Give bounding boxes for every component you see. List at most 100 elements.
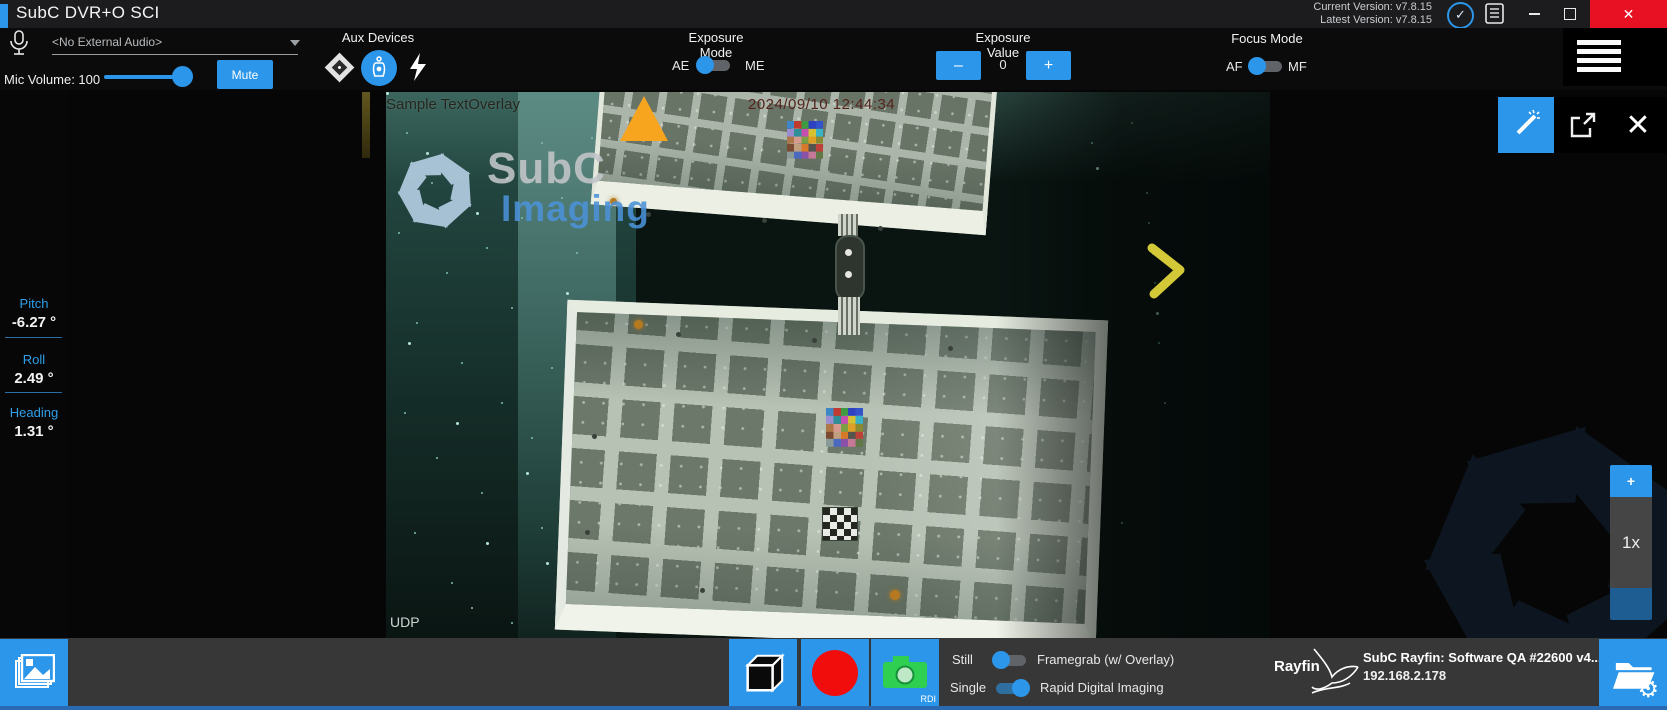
maximize-icon	[1564, 8, 1576, 20]
exposure-auto-label: AE	[672, 58, 689, 73]
record-button[interactable]	[801, 639, 869, 706]
exposure-manual-label: ME	[745, 58, 765, 73]
bolt	[676, 332, 681, 337]
divider	[5, 392, 62, 393]
maximize-button[interactable]	[1554, 0, 1586, 28]
accent-strip	[0, 4, 8, 28]
rayfin-logo-swoosh	[1310, 643, 1362, 697]
minimize-button[interactable]	[1518, 0, 1550, 28]
still-capture-button[interactable]: RDI	[871, 639, 939, 706]
status-accent-line	[0, 706, 1667, 710]
cube-icon	[740, 650, 786, 696]
video-text-overlay: Sample TextOverlay	[386, 96, 520, 113]
app-title: SubC DVR+O SCI	[16, 3, 160, 23]
external-link-icon	[1567, 111, 1597, 141]
focus-manual-label: MF	[1288, 59, 1307, 74]
exposure-decrease-button[interactable]: –	[936, 51, 981, 80]
scene-right-shadow	[996, 92, 1270, 638]
rdi-badge: RDI	[921, 694, 937, 704]
pitch-label: Pitch	[0, 296, 68, 311]
roll-value: 2.49 °	[0, 370, 68, 387]
magic-wand-icon	[1509, 108, 1543, 142]
aux-lamp-button[interactable]	[361, 50, 397, 86]
mic-volume-label: Mic Volume: 100	[4, 72, 100, 87]
flash-icon[interactable]	[407, 52, 429, 82]
gear-icon: ⚙	[1637, 678, 1659, 702]
mute-button[interactable]: Mute	[217, 60, 273, 89]
exposure-mode-toggle[interactable]	[698, 59, 730, 72]
exposure-mode-label: Exposure Mode	[672, 30, 760, 60]
toggle-knob	[1012, 679, 1030, 697]
bolt	[812, 338, 817, 343]
watermark-subc-text: SubC	[487, 144, 606, 194]
marine-snow	[386, 92, 389, 95]
release-notes-icon[interactable]	[1483, 3, 1507, 25]
menu-bar	[1577, 49, 1621, 54]
mic-volume-slider-knob[interactable]	[172, 66, 193, 87]
yellow-chevron-marker	[1144, 240, 1190, 302]
focus-auto-label: AF	[1226, 59, 1243, 74]
checkerboard-target	[822, 507, 858, 541]
rapid-imaging-label: Rapid Digital Imaging	[1040, 680, 1164, 695]
update-check-icon[interactable]: ✓	[1447, 2, 1474, 29]
mounting-strap	[838, 214, 858, 236]
framegrab-label: Framegrab (w/ Overlay)	[1037, 652, 1174, 667]
menu-bar	[1577, 67, 1621, 72]
single-label: Single	[950, 680, 986, 695]
enhance-wand-button[interactable]	[1498, 97, 1554, 153]
aux-devices-label: Aux Devices	[330, 30, 426, 45]
bolt	[585, 530, 590, 535]
video-feed: Sample TextOverlay 2024/09/10 12:44:34 U…	[386, 92, 1270, 638]
bolt	[592, 434, 597, 439]
zoom-out-button[interactable]	[1610, 588, 1652, 620]
exposure-increase-button[interactable]: +	[1026, 51, 1071, 80]
photos-icon	[13, 654, 55, 692]
file-settings-button[interactable]: ⚙	[1599, 639, 1667, 706]
video-edge-artifact	[362, 92, 370, 158]
aux-strobe-icon[interactable]	[325, 53, 355, 83]
zoom-in-button[interactable]: +	[1610, 465, 1652, 497]
hamburger-menu-button[interactable]	[1577, 40, 1621, 74]
roll-label: Roll	[0, 352, 68, 367]
toggle-knob	[696, 56, 714, 74]
close-window-button[interactable]: ✕	[1590, 0, 1667, 28]
audio-device-value: <No External Audio>	[52, 35, 162, 49]
rapid-imaging-toggle[interactable]	[996, 682, 1028, 695]
device-name: SubC Rayfin: Software QA #22600 v4....	[1363, 650, 1605, 665]
aperture-logo-icon	[393, 148, 479, 234]
3d-mode-button[interactable]	[729, 639, 797, 706]
gallery-button[interactable]	[0, 639, 68, 706]
exposure-value: 0	[995, 57, 1011, 72]
video-timestamp: 2024/09/10 12:44:34	[748, 96, 895, 113]
toolbar: <No External Audio> Mic Volume: 100 Mute…	[0, 28, 1667, 90]
minimize-icon	[1529, 13, 1540, 15]
focus-mode-toggle[interactable]	[1250, 60, 1282, 73]
telemetry-sidebar: Pitch -6.27 ° Roll 2.49 ° Heading 1.31 °	[0, 90, 68, 638]
connector-pin	[845, 249, 852, 256]
version-info: Current Version: v7.8.15 Latest Version:…	[1230, 1, 1432, 27]
lamp-icon	[370, 56, 388, 80]
current-version: Current Version: v7.8.15	[1230, 1, 1432, 14]
still-label: Still	[952, 652, 973, 667]
close-video-button[interactable]: ✕	[1616, 99, 1660, 151]
pitch-value: -6.27 °	[0, 314, 68, 331]
popout-window-button[interactable]	[1562, 106, 1602, 146]
title-bar: SubC DVR+O SCI Current Version: v7.8.15 …	[0, 0, 1667, 28]
menu-bar	[1577, 58, 1621, 63]
connector-pin	[845, 271, 852, 278]
heading-label: Heading	[0, 405, 68, 420]
audio-device-select[interactable]: <No External Audio>	[24, 28, 278, 56]
menu-bar	[1577, 40, 1621, 45]
mounting-strap	[838, 297, 860, 335]
stream-protocol-label: UDP	[390, 614, 420, 630]
orange-triangle-marker	[620, 96, 668, 141]
device-ip: 192.168.2.178	[1363, 668, 1446, 683]
color-checker-bottom	[826, 408, 863, 447]
bolt	[948, 346, 953, 351]
main-area: Pitch -6.27 ° Roll 2.49 ° Heading 1.31 °	[0, 90, 1667, 638]
subc-watermark: SubC Imaging	[391, 144, 691, 244]
heading-value: 1.31 °	[0, 423, 68, 440]
bolt	[700, 588, 705, 593]
framegrab-toggle[interactable]	[994, 654, 1026, 667]
zoom-level-display: 1x	[1610, 497, 1652, 588]
